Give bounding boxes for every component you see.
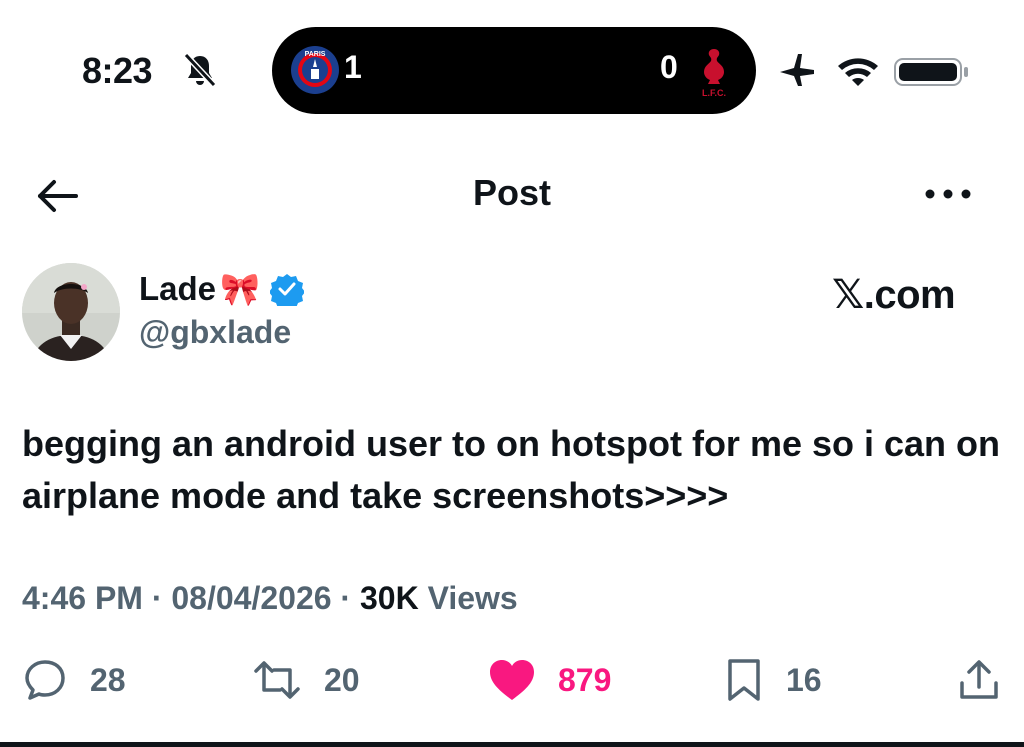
post-actions: 28 20 879 16	[0, 650, 1024, 710]
status-bar: 8:23 PARIS 1 0 L.F.C.	[0, 0, 1024, 140]
bell-slash-icon	[183, 52, 217, 88]
bottom-divider	[0, 742, 1024, 747]
wifi-icon	[838, 58, 878, 86]
reply-count: 28	[90, 661, 126, 698]
status-icons	[780, 54, 968, 86]
like-count: 879	[558, 661, 612, 698]
bookmark-button[interactable]: 16	[724, 650, 822, 710]
psg-crest-icon: PARIS	[291, 46, 339, 94]
meta-separator: ·	[142, 580, 172, 616]
airplane-icon	[780, 54, 814, 86]
bookmark-icon	[728, 659, 760, 701]
reply-button[interactable]: 28	[22, 650, 126, 710]
psg-crest-text: PARIS	[305, 51, 326, 58]
reply-icon	[25, 660, 65, 700]
author-handle[interactable]: @gbxlade	[139, 314, 291, 351]
avatar-image	[22, 263, 120, 361]
home-score: 1	[344, 49, 362, 85]
avatar[interactable]	[22, 263, 120, 361]
repost-icon	[254, 661, 300, 699]
verified-badge-icon	[269, 274, 304, 306]
bookmark-count: 16	[786, 661, 822, 698]
author-display-name[interactable]: Lade 🎀	[139, 270, 304, 308]
meta-separator: ·	[331, 580, 360, 616]
lfc-crest-text: L.F.C.	[702, 88, 726, 98]
views-count[interactable]: 30K	[360, 580, 419, 616]
heart-filled-icon	[490, 660, 534, 700]
post-text: begging an android user to on hotspot fo…	[22, 423, 1001, 516]
like-button[interactable]: 879	[488, 650, 611, 710]
lfc-crest-icon: L.F.C.	[702, 49, 726, 98]
x-watermark: 𝕏.com	[832, 273, 956, 317]
post-time: 4:46 PM	[22, 580, 143, 616]
page-title: Post	[472, 172, 551, 213]
live-activity-score[interactable]: PARIS 1 0 L.F.C.	[272, 27, 756, 114]
post-header: Post	[0, 160, 1024, 230]
share-icon	[960, 660, 998, 699]
post-meta: 4:46 PM · 08/04/2026 · 30K Views	[22, 580, 518, 617]
more-options-icon[interactable]	[920, 174, 976, 214]
repost-button[interactable]: 20	[252, 650, 360, 710]
away-score: 0	[660, 49, 678, 85]
ribbon-emoji: 🎀	[220, 270, 260, 308]
battery-icon	[894, 58, 968, 86]
post-date: 08/04/2026	[171, 580, 332, 616]
repost-count: 20	[324, 661, 360, 698]
views-label[interactable]: Views	[428, 580, 518, 616]
author-name-text: Lade	[139, 270, 217, 307]
share-button[interactable]	[956, 650, 1002, 710]
status-time: 8:23	[82, 50, 153, 91]
